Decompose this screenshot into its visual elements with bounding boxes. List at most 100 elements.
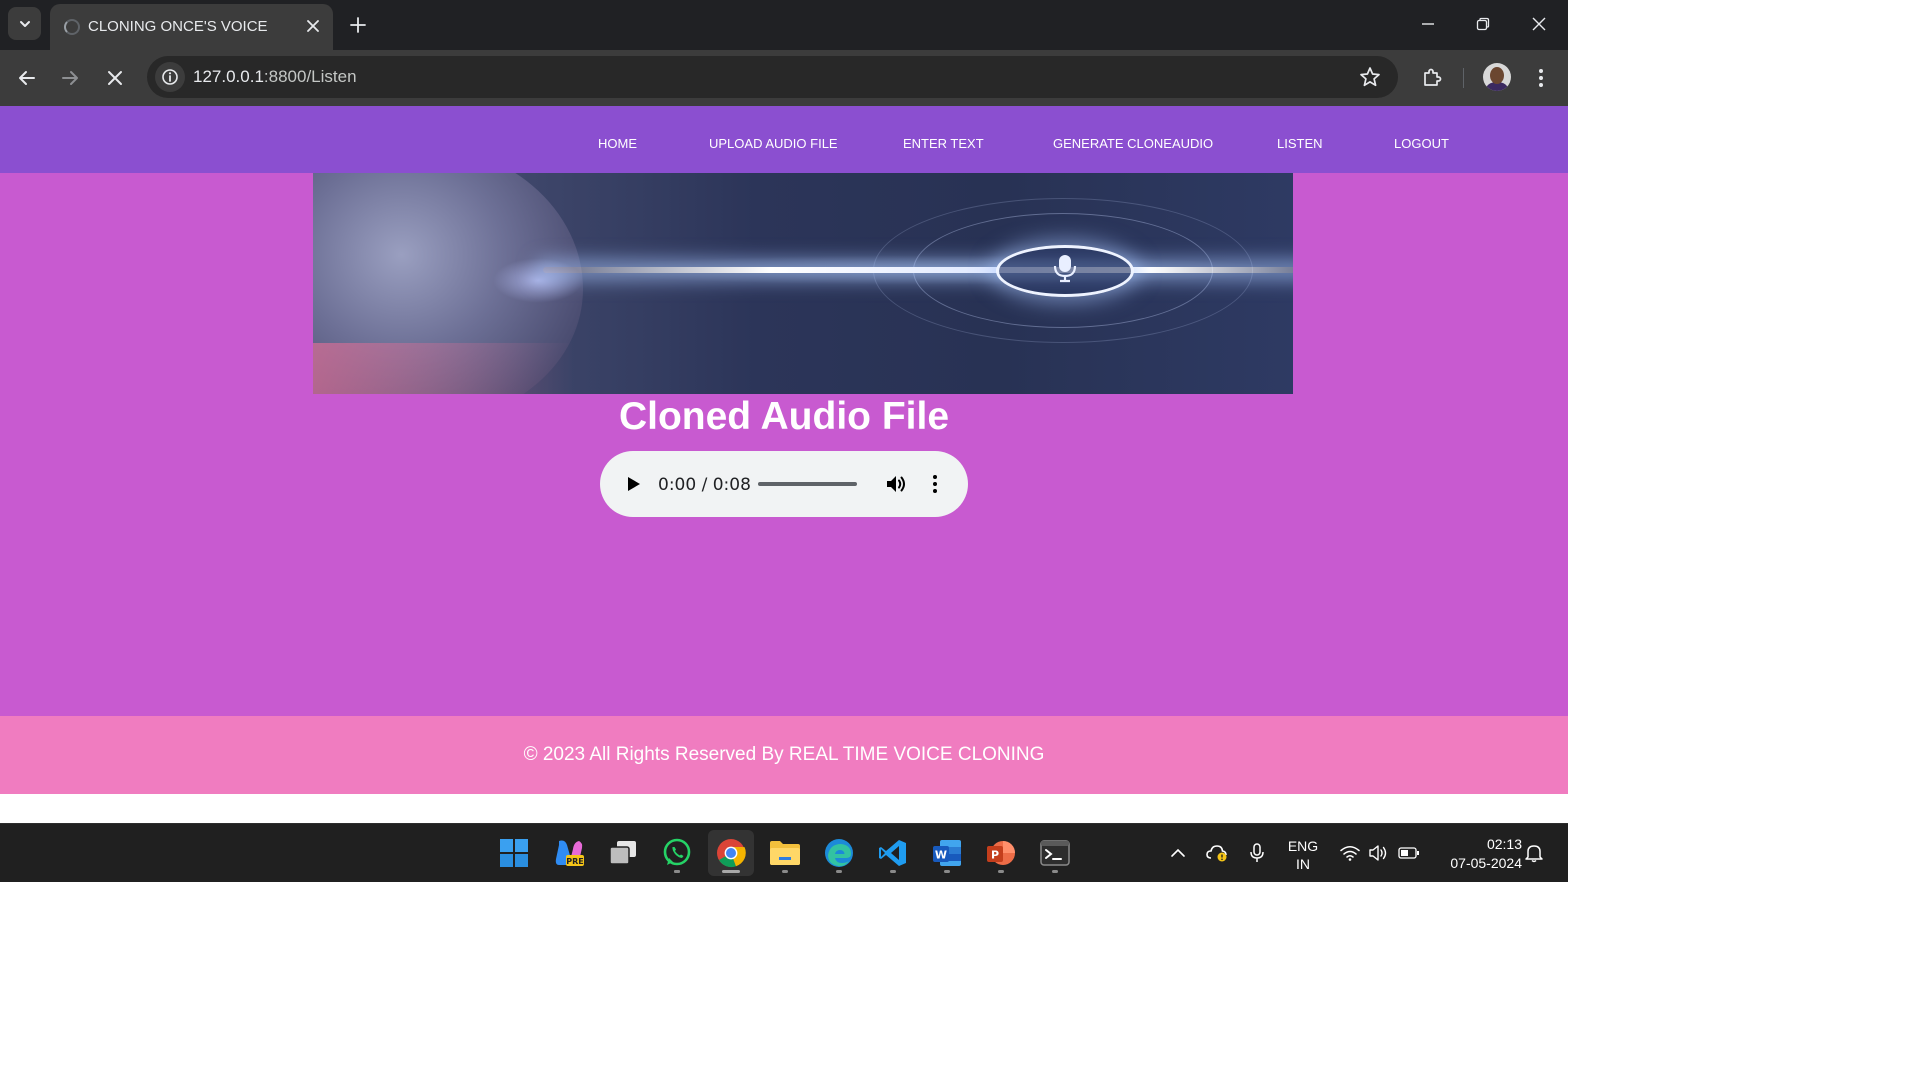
close-icon (307, 20, 319, 32)
wifi-icon (1340, 846, 1360, 861)
back-button[interactable] (12, 63, 42, 93)
play-button[interactable] (622, 472, 646, 496)
audio-player[interactable]: 0:00 / 0:08 (600, 451, 968, 517)
browser-tab-active[interactable]: CLONING ONCE'S VOICE (50, 4, 333, 50)
site-info-button[interactable] (155, 62, 185, 92)
url-text[interactable]: 127.0.0.1:8800/Listen (193, 67, 357, 87)
windows-start-icon (500, 839, 528, 867)
tray-onedrive[interactable] (1206, 842, 1228, 864)
taskbar-chrome[interactable] (708, 830, 754, 876)
new-tab-button[interactable] (344, 11, 372, 39)
edge-icon (825, 839, 853, 867)
clock-time: 02:13 (1486, 836, 1522, 852)
tray-battery[interactable] (1398, 842, 1420, 864)
arrow-right-icon (62, 71, 78, 85)
terminal-icon (1040, 840, 1070, 866)
nav-listen[interactable]: LISTEN (1277, 136, 1323, 151)
cloud-warning-icon (1206, 845, 1227, 862)
taskbar-word[interactable]: W (924, 830, 970, 876)
notifications-button[interactable] (1523, 842, 1545, 864)
svg-text:W: W (935, 849, 947, 862)
volume-icon (887, 476, 905, 492)
taskbar-start-button[interactable] (491, 830, 537, 876)
taskbar-file-explorer[interactable] (762, 830, 808, 876)
minimize-button[interactable] (1410, 8, 1446, 40)
browser-menu-button[interactable] (1526, 63, 1556, 93)
info-icon (162, 69, 178, 85)
main-content: Cloned Audio File 0:00 / 0:08 (0, 173, 1568, 716)
restore-icon (1476, 17, 1490, 31)
bookmark-button[interactable] (1358, 65, 1382, 89)
audio-time: 0:00 / 0:08 (658, 475, 751, 495)
volume-icon (1369, 845, 1387, 861)
toolbar-separator (1463, 68, 1464, 88)
tray-volume[interactable] (1368, 842, 1390, 864)
clock-date: 07-05-2024 (1450, 855, 1522, 871)
puzzle-icon (1424, 68, 1442, 86)
battery-icon (1398, 847, 1419, 859)
loading-spinner-icon (64, 19, 80, 35)
taskbar-edge[interactable] (816, 830, 862, 876)
microphone-icon (1250, 843, 1264, 862)
browser-toolbar: 127.0.0.1:8800/Listen (0, 50, 1568, 106)
region-code: IN (1296, 856, 1310, 872)
chevron-up-icon (1171, 848, 1185, 857)
nav-upload-audio-file[interactable]: UPLOAD AUDIO FILE (709, 136, 838, 151)
taskbar-task-view[interactable] (600, 830, 646, 876)
volume-button[interactable] (884, 472, 910, 496)
audio-options-button[interactable] (925, 472, 945, 496)
bell-icon (1525, 845, 1543, 863)
restore-button[interactable] (1465, 8, 1501, 40)
more-vert-icon (1539, 69, 1543, 87)
url-host: 127.0.0.1 (193, 67, 264, 86)
stop-loading-button[interactable] (100, 63, 130, 93)
microphone-icon (1053, 255, 1077, 283)
close-icon (1532, 17, 1546, 31)
tray-wifi[interactable] (1339, 842, 1361, 864)
site-navbar: HOME UPLOAD AUDIO FILE ENTER TEXT GENERA… (0, 106, 1568, 173)
taskbar-whatsapp[interactable] (654, 830, 700, 876)
nav-generate-cloneaudio[interactable]: GENERATE CLONEAUDIO (1053, 136, 1213, 151)
voice-wave-banner-image (313, 173, 1293, 394)
play-icon (628, 477, 640, 491)
taskbar-vscode[interactable] (870, 830, 916, 876)
tray-clock[interactable]: 02:13 07-05-2024 (1432, 835, 1522, 873)
tab-title: CLONING ONCE'S VOICE (88, 18, 268, 35)
taskbar-copilot[interactable]: PRE (546, 830, 592, 876)
language-code: ENG (1287, 838, 1319, 854)
close-icon (108, 71, 122, 85)
browser-tabstrip: CLONING ONCE'S VOICE (0, 0, 1568, 50)
nav-home[interactable]: HOME (598, 136, 637, 151)
forward-button[interactable] (55, 63, 85, 93)
extensions-button[interactable] (1417, 63, 1447, 93)
site-footer: © 2023 All Rights Reserved By REAL TIME … (0, 716, 1568, 794)
more-vert-icon (933, 475, 937, 493)
chevron-down-icon (19, 20, 30, 27)
profile-avatar[interactable] (1483, 63, 1511, 91)
taskbar-terminal[interactable] (1032, 830, 1078, 876)
close-window-button[interactable] (1521, 8, 1557, 40)
taskbar-powerpoint[interactable]: P (978, 830, 1024, 876)
vscode-icon (879, 840, 906, 866)
tab-close-button[interactable] (302, 15, 324, 37)
address-bar[interactable]: 127.0.0.1:8800/Listen (147, 56, 1398, 98)
svg-text:PRE: PRE (566, 857, 584, 866)
footer-copyright: © 2023 All Rights Reserved By REAL TIME … (523, 744, 1045, 765)
svg-text:P: P (991, 849, 999, 862)
copilot-pre-icon: PRE (555, 840, 584, 866)
word-icon: W (933, 840, 961, 866)
star-icon (1360, 67, 1380, 87)
page-bottom-area (0, 794, 1568, 823)
whatsapp-icon (663, 838, 691, 866)
nav-logout[interactable]: LOGOUT (1394, 136, 1449, 151)
url-path: :8800/Listen (263, 67, 357, 86)
tray-microphone[interactable] (1246, 842, 1268, 864)
nav-enter-text[interactable]: ENTER TEXT (903, 136, 984, 151)
arrow-left-icon (19, 71, 35, 85)
page-title: Cloned Audio File (618, 395, 950, 438)
windows-taskbar: PRE W P ENG IN 02:13 07-05-2024 (0, 823, 1568, 882)
audio-seek-bar[interactable] (758, 482, 857, 486)
tab-search-button[interactable] (8, 7, 41, 40)
tray-language[interactable]: ENG IN (1285, 837, 1321, 873)
tray-overflow-button[interactable] (1167, 842, 1189, 864)
